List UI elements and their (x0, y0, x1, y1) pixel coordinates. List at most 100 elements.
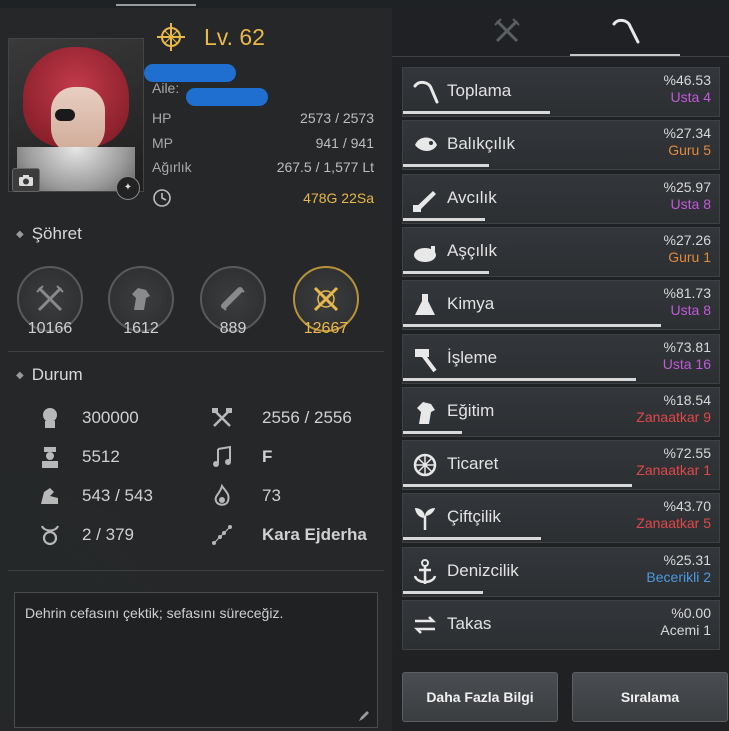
motto-textarea[interactable]: Dehrin cefasını çektik; sefasını süreceğ… (14, 592, 378, 728)
life-skill-kimya[interactable]: Kimya %81.73 Usta 8 (402, 280, 720, 331)
life-skill-percent: %27.34 (663, 125, 711, 142)
life-skill-rank: Usta 8 (670, 195, 711, 212)
anchor-icon (413, 558, 437, 584)
character-panel: ✦ Lv. 62 Aile: HP 2573 / 2573 MP 941 / 9… (0, 8, 392, 731)
weight-value: 267.5 / 1,577 Lt (276, 159, 374, 175)
swap-arrows-icon (413, 616, 437, 634)
life-skill-avcılık[interactable]: Avcılık %25.97 Usta 8 (402, 173, 720, 224)
life-skill-progress-bar (403, 537, 542, 541)
music-note-icon (213, 445, 231, 467)
life-skill-percent: %46.53 (663, 72, 711, 88)
life-skill-toplama[interactable]: Toplama %46.53 Usta 4 (402, 67, 720, 117)
hammer-icon (415, 348, 437, 372)
life-skill-name: Çiftçilik (447, 507, 501, 527)
life-skill-i̇şleme[interactable]: İşleme %73.81 Usta 16 (402, 333, 720, 384)
divider (8, 351, 384, 352)
life-skill-name: Eğitim (447, 400, 495, 420)
flask-icon (415, 294, 435, 316)
cooking-pot-icon (414, 245, 436, 262)
fish-icon (415, 137, 437, 152)
crossed-swords-icon (494, 18, 520, 43)
tab-combat[interactable] (452, 8, 562, 54)
flame-icon (214, 484, 230, 506)
life-skill-takas[interactable]: Takas %0.00 Acemi 1 (402, 600, 720, 650)
life-skill-percent: %27.26 (663, 231, 711, 248)
life-skill-progress-bar (403, 111, 551, 114)
life-skill-percent: %81.73 (663, 285, 711, 302)
fame-total[interactable]: 12667 (291, 266, 361, 338)
fame-combat[interactable]: 10166 (15, 266, 85, 338)
mp-label: MP (152, 135, 173, 151)
karma-value: 5512 (82, 447, 120, 466)
life-skill-name: Ticaret (447, 454, 499, 474)
life-skill-aşçılık[interactable]: Aşçılık %27.26 Guru 1 (402, 226, 720, 277)
life-skill-balıkçılık[interactable]: Balıkçılık %27.34 Guru 5 (402, 120, 720, 171)
status-section-title: ◆ Durum (16, 365, 83, 384)
life-skill-percent: %25.31 (663, 551, 711, 568)
life-skill-name: Toplama (447, 81, 512, 100)
musket-icon (413, 190, 436, 212)
level-emblem-icon (157, 23, 185, 51)
life-skill-percent: %73.81 (663, 338, 711, 355)
life-skill-name: Balıkçılık (447, 134, 516, 154)
life-skill-rank: Zanaatkar 9 (636, 408, 711, 425)
contribution-icon (43, 408, 57, 428)
top-strip (0, 0, 729, 8)
scroll-icon (221, 287, 245, 311)
life-skill-name: Aşçılık (447, 240, 498, 260)
level-label: Lv. 62 (204, 24, 265, 50)
fame-knowledge[interactable]: 889 (198, 266, 268, 338)
strength-arm-icon (41, 488, 58, 504)
zodiac-value: Kara Ejderha (262, 525, 367, 544)
music-value: F (262, 447, 273, 466)
tab-life[interactable] (570, 8, 680, 56)
life-skill-ticaret[interactable]: Ticaret %72.55 Zanaatkar 1 (402, 440, 720, 491)
fame-life[interactable]: 1612 (106, 266, 176, 338)
life-skill-çiftçilik[interactable]: Çiftçilik %43.70 Zanaatkar 5 (402, 493, 720, 544)
hp-value: 2573 / 2573 (300, 110, 374, 126)
flame-value: 73 (262, 486, 281, 505)
character-bust-icon (42, 447, 58, 468)
life-skill-progress-bar (403, 324, 662, 328)
life-skill-rank: Usta 8 (670, 302, 711, 319)
taurus-icon (41, 525, 59, 546)
life-skill-denizcilik[interactable]: Denizcilik %25.31 Becerikli 2 (402, 546, 720, 597)
clock-icon (153, 189, 171, 207)
camera-icon[interactable] (12, 168, 40, 192)
pencil-icon[interactable] (357, 709, 371, 723)
crossed-swords-icon (36, 285, 64, 312)
life-skill-percent: %0.00 (671, 605, 711, 621)
life-skill-percent: %43.70 (663, 498, 711, 515)
life-skills-panel: Toplama %46.53 Usta 4 Balıkçılık %27.34 Guru … (392, 8, 729, 731)
crossed-axes-icon (212, 408, 232, 427)
wheel-icon (413, 453, 437, 477)
ranking-button[interactable]: Sıralama (572, 672, 728, 722)
inventory-value: 2 / 379 (82, 525, 134, 544)
energy-value: 2556 / 2556 (262, 408, 352, 427)
life-skill-eğitim[interactable]: Eğitim %18.54 Zanaatkar 9 (402, 386, 720, 437)
more-info-button[interactable]: Daha Fazla Bilgi (402, 672, 558, 722)
life-skill-rank: Usta 16 (662, 355, 711, 372)
divider (8, 570, 384, 571)
pick-icon (413, 80, 439, 104)
life-skill-percent: %25.97 (663, 178, 711, 195)
constellation-icon (212, 525, 232, 545)
life-skill-rank: Guru 5 (668, 142, 711, 159)
life-skill-progress-bar (403, 430, 462, 434)
mp-value: 941 / 941 (315, 135, 374, 151)
horse-icon (417, 401, 435, 424)
tab-bar (392, 8, 729, 56)
fame-life-value: 1612 (123, 320, 159, 337)
life-skill-rank: Becerikli 2 (646, 568, 711, 585)
life-skill-rank: Usta 4 (670, 89, 711, 105)
contribution-value: 300000 (82, 408, 139, 427)
motto-text: Dehrin cefasını çektik; sefasını süreceğ… (25, 605, 284, 621)
life-skill-name: Takas (447, 614, 492, 633)
life-skill-rank: Guru 1 (668, 248, 711, 265)
life-skill-rank: Zanaatkar 5 (636, 515, 711, 532)
life-skill-percent: %72.55 (663, 445, 711, 462)
horse-head-icon (132, 288, 150, 310)
family-name-redacted (186, 88, 268, 106)
life-skill-name: Avcılık (447, 187, 497, 207)
life-skill-progress-bar (403, 590, 483, 594)
